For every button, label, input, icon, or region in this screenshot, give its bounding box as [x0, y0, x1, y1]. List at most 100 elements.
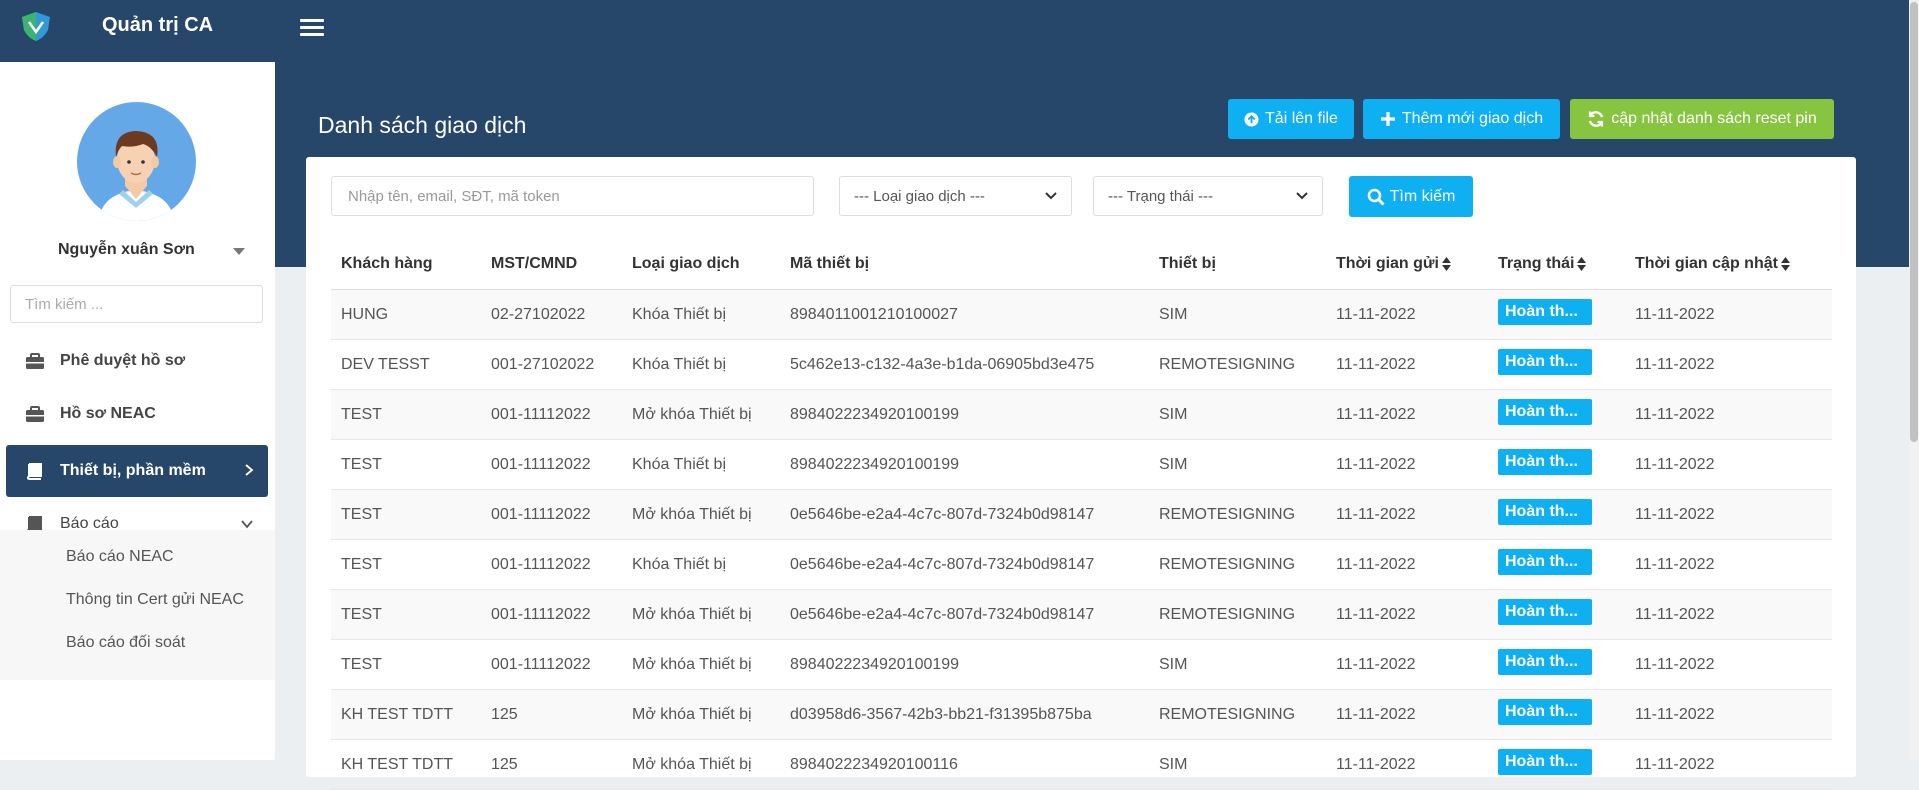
table-cell: Mở khóa Thiết bị — [622, 689, 780, 740]
table-cell: 125 — [481, 689, 622, 740]
status-select[interactable]: --- Trạng thái --- — [1093, 176, 1323, 216]
table-cell: Hoàn th... — [1488, 289, 1625, 340]
top-bar: Quản trị CA — [0, 0, 1919, 62]
search-input[interactable] — [331, 176, 814, 216]
status-badge[interactable]: Hoàn th... — [1498, 449, 1592, 475]
table-row[interactable]: TEST 001-11112022 Mở khóa Thiết bị 0e5646be… — [331, 589, 1832, 640]
table-cell: 11-11-2022 — [1625, 339, 1832, 390]
table-cell: 11-11-2022 — [1625, 389, 1832, 440]
submenu-item-cert-neac[interactable]: Thông tin Cert gửi NEAC — [66, 591, 244, 609]
table-cell: 11-11-2022 — [1326, 339, 1488, 390]
add-transaction-button[interactable]: Thêm mới giao dịch — [1363, 99, 1560, 139]
sidebar-item-approve-profile[interactable]: Phê duyệt hồ sơ — [6, 335, 268, 387]
sidebar-search-input[interactable] — [10, 285, 263, 323]
table-cell: REMOTESIGNING — [1149, 489, 1326, 540]
table-cell: 001-11112022 — [481, 389, 622, 440]
search-button[interactable]: Tìm kiếm — [1349, 176, 1473, 217]
table-cell: 8984022234920100199 — [780, 639, 1149, 690]
status-badge[interactable]: Hoàn th... — [1498, 299, 1592, 325]
user-name[interactable]: Nguyễn xuân Sơn — [58, 241, 195, 259]
shield-logo-icon[interactable] — [18, 10, 54, 42]
column-header-label: Thời gian gửi — [1336, 255, 1439, 272]
table-cell: SIM — [1149, 639, 1326, 690]
app-title: Quản trị CA — [102, 14, 214, 36]
table-header-row: Khách hàng MST/CMND Loại giao dịch Mã thiết… — [331, 239, 1832, 290]
table-cell: 02-27102022 — [481, 289, 622, 340]
table-cell: Mở khóa Thiết bị — [622, 639, 780, 690]
table-cell: 0e5646be-e2a4-4c7c-807d-7324b0d98147 — [780, 589, 1149, 640]
table-cell: Mở khóa Thiết bị — [622, 739, 780, 790]
page-title: Danh sách giao dịch — [318, 112, 527, 138]
transaction-type-select[interactable]: --- Loại giao dịch --- — [839, 176, 1072, 216]
table-cell: d03958d6-3567-42b3-bb21-f31395b875ba — [780, 689, 1149, 740]
table-row[interactable]: TEST 001-11112022 Mở khóa Thiết bị 89840222… — [331, 389, 1832, 440]
status-badge[interactable]: Hoàn th... — [1498, 599, 1592, 625]
status-badge[interactable]: Hoàn th... — [1498, 399, 1592, 425]
chevron-right-icon — [244, 463, 254, 482]
table-cell: SIM — [1149, 289, 1326, 340]
refresh-reset-pin-label: cập nhật danh sách reset pin — [1611, 110, 1817, 127]
sort-icon[interactable] — [1441, 256, 1451, 271]
sidebar-item-devices-software[interactable]: Thiết bị, phần mềm — [6, 445, 268, 497]
plus-icon — [1380, 112, 1395, 126]
table-cell: 11-11-2022 — [1625, 689, 1832, 740]
table-cell: 11-11-2022 — [1326, 689, 1488, 740]
table-cell: 8984022234920100199 — [780, 389, 1149, 440]
table-row[interactable]: KH TEST TDTT 125 Mở khóa Thiết bị d03958d6-… — [331, 689, 1832, 740]
status-badge[interactable]: Hoàn th... — [1498, 349, 1592, 375]
table-cell: 11-11-2022 — [1625, 289, 1832, 340]
table-cell: 11-11-2022 — [1625, 489, 1832, 540]
table-cell: 8984011001210100027 — [780, 289, 1149, 340]
table-cell: 125 — [481, 739, 622, 790]
upload-file-button[interactable]: Tải lên file — [1228, 99, 1354, 139]
status-badge[interactable]: Hoàn th... — [1498, 749, 1592, 775]
status-badge[interactable]: Hoàn th... — [1498, 499, 1592, 525]
sidebar: Nguyễn xuân Sơn Phê duyệt hồ sơ Hồ sơ NE… — [0, 62, 275, 760]
sidebar-item-label: Thiết bị, phần mềm — [60, 462, 206, 479]
sidebar-item-neac-profile[interactable]: Hồ sơ NEAC — [6, 388, 268, 440]
table-row[interactable]: TEST 001-11112022 Mở khóa Thiết bị 0e5646be… — [331, 489, 1832, 540]
avatar[interactable] — [77, 102, 196, 221]
status-badge[interactable]: Hoàn th... — [1498, 699, 1592, 725]
submenu-item-neac-report[interactable]: Báo cáo NEAC — [66, 548, 174, 566]
table-cell: 11-11-2022 — [1326, 539, 1488, 590]
status-badge[interactable]: Hoàn th... — [1498, 649, 1592, 675]
table-cell: 001-11112022 — [481, 439, 622, 490]
column-header[interactable]: Thời gian cập nhật — [1625, 239, 1832, 290]
table-cell: TEST — [331, 589, 481, 640]
table-row[interactable]: TEST 001-11112022 Khóa Thiết bị 0e5646be-e2… — [331, 539, 1832, 590]
table-row[interactable]: HUNG 02-27102022 Khóa Thiết bị 898401100121… — [331, 289, 1832, 340]
table-row[interactable]: TEST 001-11112022 Mở khóa Thiết bị 89840222… — [331, 639, 1832, 690]
status-value: --- Trạng thái --- — [1108, 187, 1214, 205]
table-cell: TEST — [331, 639, 481, 690]
sort-icon[interactable] — [1780, 256, 1790, 271]
table-cell: TEST — [331, 439, 481, 490]
table-row[interactable]: DEV TESST 001-27102022 Khóa Thiết bị 5c462e… — [331, 339, 1832, 390]
table-row[interactable]: KH TEST TDTT 125 Mở khóa Thiết bị 898402223… — [331, 739, 1832, 790]
table-cell: 11-11-2022 — [1625, 639, 1832, 690]
table-cell: 11-11-2022 — [1326, 639, 1488, 690]
table-cell: 8984022234920100199 — [780, 439, 1149, 490]
submenu-item-reconciliation[interactable]: Báo cáo đối soát — [66, 634, 185, 652]
table-cell: Hoàn th... — [1488, 389, 1625, 440]
scrollbar-thumb[interactable] — [1910, 2, 1918, 442]
table-cell: 11-11-2022 — [1326, 589, 1488, 640]
column-header[interactable]: Trạng thái — [1488, 239, 1625, 290]
refresh-reset-pin-button[interactable]: cập nhật danh sách reset pin — [1570, 99, 1834, 139]
sidebar-item-label: Hồ sơ NEAC — [60, 405, 156, 422]
table-row[interactable]: TEST 001-11112022 Khóa Thiết bị 89840222349… — [331, 439, 1832, 490]
sort-icon[interactable] — [1577, 256, 1587, 271]
table-cell: SIM — [1149, 389, 1326, 440]
book-icon — [24, 461, 46, 481]
hamburger-menu-icon[interactable] — [300, 16, 324, 38]
column-header-label: Thời gian cập nhật — [1635, 255, 1778, 272]
status-badge[interactable]: Hoàn th... — [1498, 549, 1592, 575]
caret-down-icon[interactable] — [233, 248, 245, 255]
transactions-table: Khách hàng MST/CMND Loại giao dịch Mã thiết… — [331, 239, 1832, 790]
column-header: Khách hàng — [331, 239, 481, 290]
refresh-icon — [1589, 111, 1604, 127]
table-cell: DEV TESST — [331, 339, 481, 390]
table-body: HUNG 02-27102022 Khóa Thiết bị 898401100121… — [331, 289, 1832, 790]
column-header[interactable]: Thời gian gửi — [1326, 239, 1488, 290]
column-header-label: Khách hàng — [341, 255, 433, 272]
